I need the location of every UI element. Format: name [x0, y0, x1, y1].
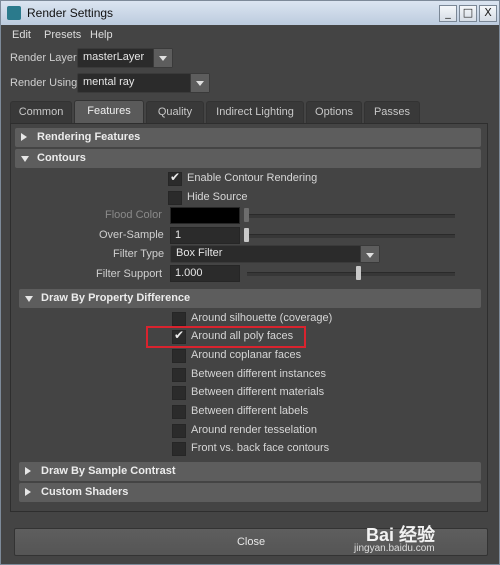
- hide-source-label: Hide Source: [187, 191, 248, 203]
- maximize-button[interactable]: □: [459, 5, 477, 22]
- property-checkbox-2[interactable]: [172, 349, 186, 363]
- maya-app-icon: [7, 6, 21, 20]
- section-contours[interactable]: Contours: [15, 149, 481, 168]
- render-using-value: mental ray: [83, 76, 135, 88]
- chevron-right-icon: [25, 467, 31, 475]
- menu-help[interactable]: Help: [90, 29, 113, 41]
- over-sample-value: 1: [175, 229, 182, 241]
- close-window-button[interactable]: X: [479, 5, 497, 22]
- flood-color-slider-handle[interactable]: [244, 208, 249, 222]
- enable-contour-label: Enable Contour Rendering: [187, 172, 318, 184]
- render-settings-window: Render Settings _ □ X Edit Presets Help …: [0, 0, 500, 565]
- property-label-0: Around silhouette (coverage): [191, 312, 333, 324]
- property-checkbox-1[interactable]: [172, 328, 186, 344]
- window-title: Render Settings: [27, 6, 114, 20]
- section-title: Contours: [37, 152, 86, 164]
- property-checkbox-7[interactable]: [172, 442, 186, 456]
- property-label-7: Front vs. back face contours: [191, 442, 330, 454]
- tab-features[interactable]: Features: [74, 100, 144, 124]
- section-custom-shaders[interactable]: Custom Shaders: [19, 483, 481, 502]
- watermark-url: jingyan.baidu.com: [354, 543, 435, 554]
- render-using-dropdown[interactable]: mental ray: [77, 73, 210, 93]
- property-checkbox-3[interactable]: [172, 368, 186, 382]
- section-draw-by-sample-contrast[interactable]: Draw By Sample Contrast: [19, 462, 481, 481]
- menu-edit[interactable]: Edit: [12, 29, 31, 41]
- filter-support-field[interactable]: 1.000: [170, 265, 240, 282]
- filter-type-label: Filter Type: [113, 248, 165, 260]
- filter-support-slider-handle[interactable]: [356, 266, 361, 280]
- over-sample-field[interactable]: 1: [170, 227, 240, 244]
- section-title: Draw By Property Difference: [41, 292, 191, 304]
- property-label-5: Between different labels: [191, 405, 309, 417]
- client-area: Edit Presets Help Render Layer masterLay…: [4, 25, 496, 561]
- property-checkbox-5[interactable]: [172, 405, 186, 419]
- over-sample-slider[interactable]: [247, 234, 455, 238]
- property-label-2: Around coplanar faces: [191, 349, 302, 361]
- property-label-3: Between different instances: [191, 368, 326, 380]
- title-bar[interactable]: Render Settings _ □ X: [1, 1, 499, 25]
- chevron-down-icon: [153, 49, 172, 67]
- tab-passes[interactable]: Passes: [364, 101, 420, 123]
- section-rendering-features[interactable]: Rendering Features: [15, 128, 481, 147]
- property-checkbox-6[interactable]: [172, 424, 186, 438]
- chevron-down-icon: [190, 74, 209, 92]
- render-layer-value: masterLayer: [83, 51, 145, 63]
- chevron-down-icon: [360, 246, 379, 262]
- filter-support-slider[interactable]: [247, 272, 455, 276]
- property-label-4: Between different materials: [191, 386, 325, 398]
- flood-color-swatch[interactable]: [170, 207, 240, 224]
- chevron-right-icon: [21, 133, 27, 141]
- minimize-button[interactable]: _: [439, 5, 457, 22]
- tab-common[interactable]: Common: [10, 101, 72, 123]
- over-sample-label: Over-Sample: [99, 229, 164, 241]
- chevron-right-icon: [25, 488, 31, 496]
- flood-color-slider[interactable]: [247, 214, 455, 218]
- tab-options[interactable]: Options: [306, 101, 362, 123]
- filter-type-dropdown[interactable]: Box Filter: [170, 245, 380, 263]
- tab-bar: Common Features Quality Indirect Lightin…: [10, 100, 490, 124]
- flood-color-label: Flood Color: [105, 209, 162, 221]
- section-draw-by-property-difference[interactable]: Draw By Property Difference: [19, 289, 481, 308]
- property-checkbox-0[interactable]: [172, 312, 186, 326]
- section-title: Custom Shaders: [41, 486, 129, 498]
- filter-support-label: Filter Support: [96, 268, 163, 280]
- property-label-6: Around render tesselation: [191, 424, 317, 436]
- chevron-down-icon: [21, 156, 29, 162]
- tab-indirect-lighting[interactable]: Indirect Lighting: [206, 101, 304, 123]
- section-title: Rendering Features: [37, 131, 141, 143]
- render-layer-label: Render Layer: [10, 52, 77, 64]
- chevron-down-icon: [25, 296, 33, 302]
- filter-support-value: 1.000: [175, 267, 203, 279]
- property-label-1: Around all poly faces: [191, 330, 294, 342]
- render-layer-dropdown[interactable]: masterLayer: [77, 48, 173, 68]
- features-panel: Rendering Features Contours Enable Conto…: [10, 123, 488, 512]
- property-checkbox-4[interactable]: [172, 386, 186, 400]
- hide-source-checkbox[interactable]: [168, 191, 182, 205]
- enable-contour-checkbox[interactable]: [168, 170, 182, 186]
- over-sample-slider-handle[interactable]: [244, 228, 249, 242]
- filter-type-value: Box Filter: [176, 247, 223, 259]
- menu-presets[interactable]: Presets: [44, 29, 81, 41]
- baidu-watermark: Bai 经验 jingyan.baidu.com: [346, 521, 486, 557]
- render-using-label: Render Using: [10, 77, 78, 89]
- menu-bar: Edit Presets Help: [4, 25, 496, 45]
- tab-quality[interactable]: Quality: [146, 101, 204, 123]
- section-title: Draw By Sample Contrast: [41, 465, 176, 477]
